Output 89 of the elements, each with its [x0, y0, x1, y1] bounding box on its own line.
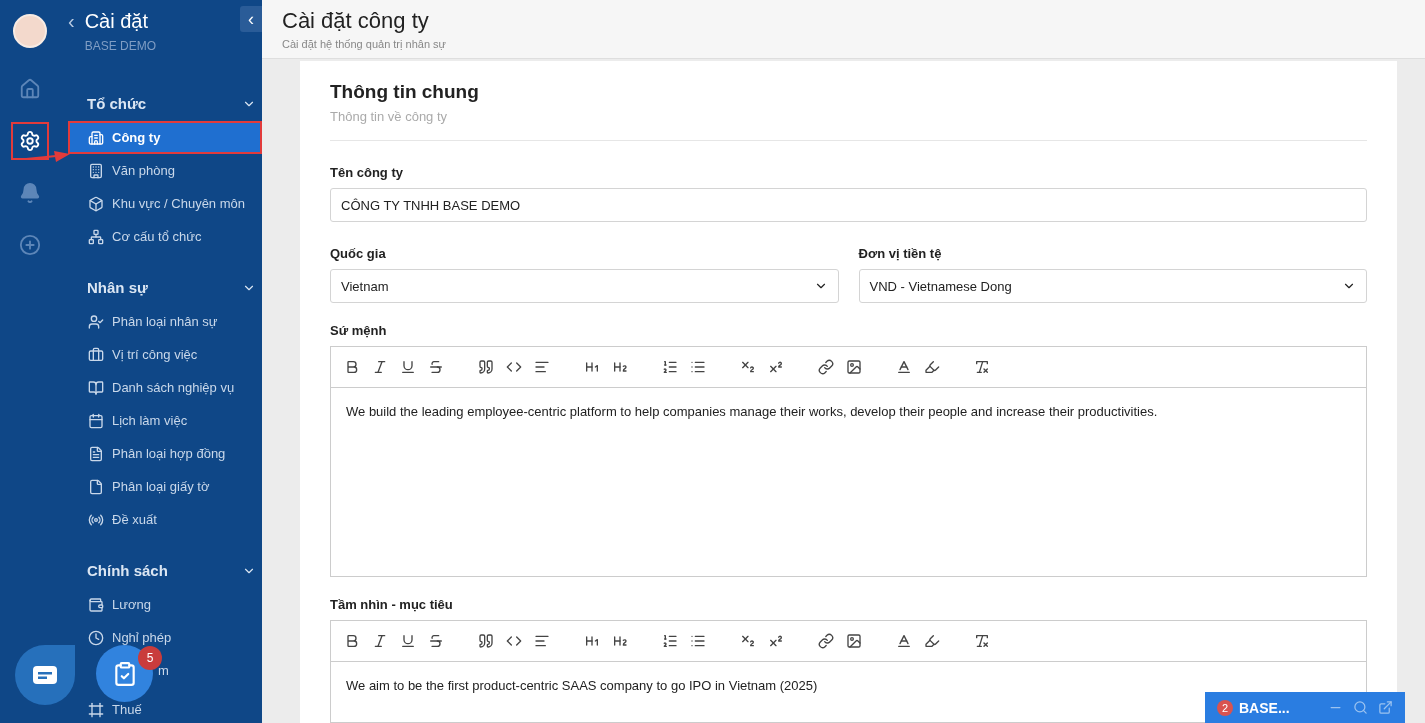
message-icon	[32, 665, 58, 685]
document-icon	[88, 445, 104, 462]
select-field[interactable]: Vietnam	[330, 269, 839, 303]
user-check-icon	[88, 313, 104, 330]
building-icon	[88, 129, 104, 146]
align-left-icon[interactable]	[534, 359, 550, 375]
page-title: Cài đặt công ty	[282, 8, 430, 34]
field-label: Tên công ty	[330, 165, 404, 180]
sidebar-item[interactable]: Phân loại nhân sự	[112, 314, 218, 329]
heading-two-icon[interactable]	[612, 633, 628, 649]
italic-icon[interactable]	[372, 633, 388, 649]
text-color-icon[interactable]	[896, 633, 912, 649]
code-icon[interactable]	[506, 633, 522, 649]
card-subtitle: Thông tin về công ty	[330, 109, 1367, 141]
sidebar-item[interactable]: Thuế	[112, 702, 142, 717]
sidebar-title: Cài đặt	[84, 10, 150, 33]
bold-icon[interactable]	[344, 359, 360, 375]
superscript-icon[interactable]	[768, 633, 784, 649]
underline-icon[interactable]	[400, 359, 416, 375]
sidebar-item[interactable]: Đề xuất	[112, 512, 157, 527]
bold-icon[interactable]	[344, 633, 360, 649]
quote-icon[interactable]	[478, 359, 494, 375]
clock-icon	[88, 629, 104, 646]
sidebar-item[interactable]: Văn phòng	[112, 163, 175, 178]
annotation-arrow	[26, 150, 70, 164]
highlighter-icon[interactable]	[924, 359, 940, 375]
bullet-list-icon[interactable]	[690, 359, 706, 375]
calendar-icon	[88, 412, 104, 429]
bullet-list-icon[interactable]	[690, 633, 706, 649]
italic-icon[interactable]	[372, 359, 388, 375]
card-title: Thông tin chung	[330, 81, 480, 103]
rich-text-editor[interactable]: We build the leading employee-centric platform to help companies manage their works, develop their people and increase their productivities.	[330, 346, 1367, 577]
highlighter-icon[interactable]	[924, 633, 940, 649]
sidebar-item[interactable]: Vị trí công việc	[112, 347, 198, 362]
sidebar-item[interactable]: Khu vực / Chuyên môn	[112, 196, 245, 211]
ordered-list-icon[interactable]	[662, 359, 678, 375]
unread-count: 2	[1217, 699, 1233, 716]
link-icon[interactable]	[818, 359, 834, 375]
page-subtitle: Cài đặt hệ thống quản trị nhân sự	[282, 38, 447, 50]
sidebar-item[interactable]: Nghỉ phép	[112, 630, 172, 645]
section-title[interactable]: Chính sách	[87, 562, 168, 579]
input-field[interactable]: CÔNG TY TNHH BASE DEMO	[330, 188, 1367, 222]
settings-icon[interactable]	[11, 122, 49, 160]
field-label: Đơn vị tiền tệ	[858, 246, 943, 261]
sidebar-item[interactable]: Công ty	[68, 121, 262, 154]
collapse-button[interactable]: ‹	[240, 6, 262, 32]
hierarchy-icon	[88, 228, 104, 245]
frame-icon	[88, 701, 104, 718]
field-label: Quốc gia	[330, 246, 387, 261]
building-icon	[88, 162, 104, 179]
link-icon[interactable]	[818, 633, 834, 649]
quote-icon[interactable]	[478, 633, 494, 649]
strikethrough-icon[interactable]	[428, 633, 444, 649]
text-color-icon[interactable]	[896, 359, 912, 375]
select-field[interactable]: VND - Vietnamese Dong	[858, 269, 1367, 303]
sidebar-item[interactable]: Lịch làm việc	[112, 413, 188, 428]
cube-icon	[88, 195, 104, 212]
heading-one-icon[interactable]	[584, 359, 600, 375]
section-title[interactable]: Nhân sự	[87, 279, 148, 296]
sidebar-item[interactable]: Cơ cấu tổ chức	[112, 229, 202, 244]
back-button[interactable]: ‹	[68, 10, 75, 53]
code-icon[interactable]	[506, 359, 522, 375]
field-label: Sứ mệnh	[330, 323, 388, 338]
image-icon[interactable]	[846, 633, 862, 649]
sidebar-item[interactable]: Lương	[112, 597, 151, 612]
clear-format-icon[interactable]	[974, 359, 990, 375]
field-label: Tầm nhìn - mục tiêu	[330, 597, 454, 612]
book-icon	[88, 379, 104, 396]
align-left-icon[interactable]	[534, 633, 550, 649]
heading-one-icon[interactable]	[584, 633, 600, 649]
briefcase-icon	[88, 346, 104, 363]
image-icon[interactable]	[846, 359, 862, 375]
section-title[interactable]: Tổ chức	[87, 95, 147, 112]
subscript-icon[interactable]	[740, 359, 756, 375]
sidebar-item[interactable]: Danh sách nghiệp vụ	[112, 380, 235, 395]
underline-icon[interactable]	[400, 633, 416, 649]
clear-format-icon[interactable]	[974, 633, 990, 649]
file-icon	[88, 478, 104, 495]
sidebar-subtitle: BASE DEMO	[84, 39, 157, 53]
strikethrough-icon[interactable]	[428, 359, 444, 375]
wallet-icon	[88, 596, 104, 613]
sidebar-item[interactable]: Phân loại hợp đồng	[112, 446, 226, 461]
heading-two-icon[interactable]	[612, 359, 628, 375]
ordered-list-icon[interactable]	[662, 633, 678, 649]
sidebar-item[interactable]: Phân loại giấy tờ	[112, 479, 210, 494]
avatar[interactable]	[13, 14, 47, 48]
subscript-icon[interactable]	[740, 633, 756, 649]
superscript-icon[interactable]	[768, 359, 784, 375]
chat-title: BASE...	[1239, 699, 1290, 716]
